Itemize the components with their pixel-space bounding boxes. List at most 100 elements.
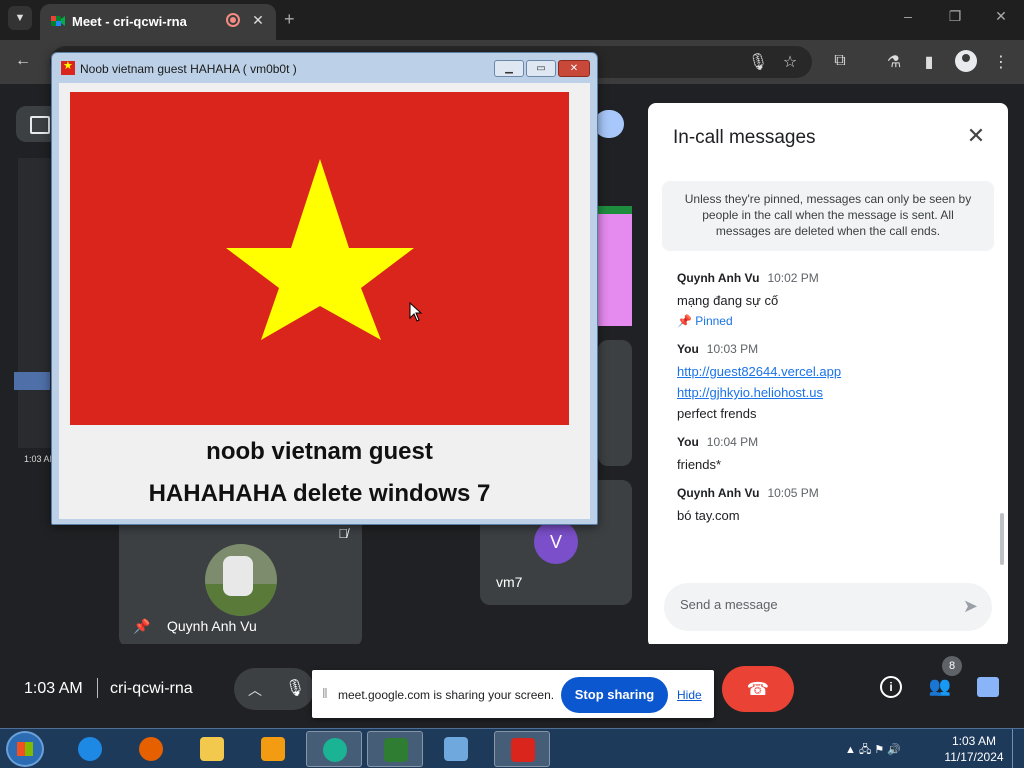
close-tab-icon[interactable]: ✕	[248, 10, 268, 30]
restore-window-button[interactable]: ❐	[940, 8, 970, 25]
divider	[97, 678, 98, 698]
firefox-taskbar-icon[interactable]	[123, 731, 179, 767]
mic-off-icon: 🎙̸	[338, 526, 348, 541]
vietnam-flag-icon	[61, 59, 75, 75]
taskbar-clock[interactable]: 1:03 AM 11/17/2024	[944, 733, 1004, 765]
message-sender: Quynh Anh Vu	[677, 486, 760, 500]
scrollbar[interactable]	[1000, 513, 1004, 565]
more-menu-icon[interactable]: ⋮	[990, 52, 1012, 72]
dialog-client-area: noob vietnam guest HAHAHAHA delete windo…	[59, 83, 590, 519]
taskbar-date: 11/17/2024	[944, 750, 1004, 764]
tab-meet[interactable]: Meet - cri-qcwi-rna ✕	[40, 4, 276, 40]
meeting-code: cri-qcwi-rna	[110, 680, 193, 697]
windows-taskbar: ▲ 🖧 ⚑ 🔊 1:03 AM 11/17/2024	[0, 728, 1024, 768]
message-text: perfect frends	[677, 406, 757, 421]
participant-name: Quynh Anh Vu	[167, 618, 257, 634]
dialog-title: Noob vietnam guest HAHAHA ( vm0b0t )	[80, 62, 297, 76]
cleaner-taskbar-icon[interactable]	[428, 731, 484, 767]
message-text: bó tay.com	[677, 508, 740, 523]
message-text: friends*	[677, 457, 722, 472]
participant-tile-partial	[598, 340, 632, 466]
minimize-window-button[interactable]: –	[893, 8, 923, 24]
message-group: Quynh Anh Vu 10:05 PM bó tay.com	[677, 486, 987, 523]
new-tab-button[interactable]: +	[284, 9, 295, 30]
noob-dialog-window: Noob vietnam guest HAHAHA ( vm0b0t ) ▁ ▭…	[51, 52, 598, 525]
message-sender: You	[677, 342, 699, 356]
screen-sharing-bar: ‖ meet.google.com is sharing your screen…	[312, 670, 714, 718]
avatar	[205, 544, 277, 616]
side-panel-icon[interactable]: ▮	[918, 52, 940, 72]
participant-tile-pink	[598, 206, 632, 326]
meeting-details-info-icon[interactable]: i	[880, 676, 902, 698]
mic-control: ︿ 🎙	[234, 668, 314, 710]
bookmark-star-icon[interactable]: ☆	[779, 52, 801, 72]
stop-sharing-button[interactable]: Stop sharing	[561, 677, 668, 713]
taskbar-time: 1:03 AM	[951, 734, 997, 748]
back-arrow-icon[interactable]: ←	[12, 52, 34, 70]
meeting-clock: 1:03 AM	[24, 680, 83, 697]
screen-share-preview	[18, 158, 54, 448]
send-icon[interactable]: ➤	[963, 596, 978, 617]
maximize-button[interactable]: ▭	[526, 60, 556, 77]
browser-tab-strip: ▼ Meet - cri-qcwi-rna ✕ + – ❐ ✕	[0, 0, 1024, 40]
participant-tile-quynh[interactable]: 🎙̸ 📌 Quynh Anh Vu	[119, 514, 362, 647]
internet-explorer-taskbar-icon[interactable]	[62, 731, 118, 767]
message-sender: Quynh Anh Vu	[677, 271, 760, 285]
media-player-taskbar-icon[interactable]	[245, 731, 301, 767]
close-button[interactable]: ✕	[558, 60, 590, 77]
vietnam-flag	[70, 92, 569, 425]
minimize-button[interactable]: ▁	[494, 60, 524, 77]
message-sender: You	[677, 435, 699, 449]
system-tray-icons[interactable]: ▲ 🖧 ⚑ 🔊	[845, 741, 901, 760]
chat-icon[interactable]	[977, 677, 999, 697]
extensions-icon[interactable]: ⧉	[829, 52, 851, 70]
mouse-cursor-icon	[409, 302, 423, 322]
tab-title: Meet - cri-qcwi-rna	[72, 14, 187, 29]
message-time: 10:04 PM	[706, 435, 759, 449]
start-button-icon[interactable]	[6, 731, 44, 767]
flag-star-icon	[226, 159, 414, 340]
message-link[interactable]: http://gjhkyio.heliohost.us	[677, 385, 987, 400]
message-list: Quynh Anh Vu 10:02 PM mạng đang sự cố 📌 P…	[677, 271, 987, 537]
panel-title: In-call messages	[673, 127, 816, 148]
avatar: V	[534, 520, 578, 564]
vietnam-flag-taskbar-icon[interactable]	[494, 731, 550, 767]
message-time: 10:02 PM	[767, 271, 819, 285]
sharing-notice-text: meet.google.com is sharing your screen.	[338, 688, 555, 702]
google-meet-icon	[51, 16, 65, 26]
drag-handle-icon[interactable]: ‖	[322, 685, 328, 701]
dialog-caption-line2: HAHAHAHA delete windows 7	[148, 480, 491, 507]
message-time: 10:05 PM	[767, 486, 819, 500]
hide-link[interactable]: Hide	[677, 688, 702, 702]
chrome-taskbar-icon[interactable]	[306, 731, 362, 767]
chevron-up-icon[interactable]: ︿	[248, 680, 262, 700]
labs-flask-icon[interactable]: ⚗	[883, 52, 905, 72]
profile-avatar-icon[interactable]	[955, 50, 977, 72]
recording-indicator-icon	[226, 13, 240, 27]
close-window-button[interactable]: ✕	[986, 8, 1016, 25]
message-composer: ➤	[664, 583, 992, 631]
message-group: You 10:04 PM friends*	[677, 435, 987, 472]
microphone-icon[interactable]: 🎙	[747, 52, 769, 72]
download-manager-taskbar-icon[interactable]	[367, 731, 423, 767]
participant-name: vm7	[496, 574, 523, 590]
message-text: mạng đang sự cố	[677, 293, 779, 308]
close-panel-icon[interactable]: ✕	[964, 123, 988, 149]
leave-call-button[interactable]: ☎	[722, 666, 794, 712]
pinned-label[interactable]: 📌 Pinned	[677, 314, 987, 328]
people-icon[interactable]: 👥	[927, 676, 953, 697]
microphone-toggle-icon[interactable]: 🎙	[278, 672, 312, 706]
file-explorer-taskbar-icon[interactable]	[184, 731, 240, 767]
message-time: 10:03 PM	[706, 342, 759, 356]
participant-count-badge: 8	[942, 656, 962, 676]
pin-icon[interactable]: 📌	[133, 618, 150, 635]
pin-icon: 📌	[677, 314, 696, 328]
chat-notice: Unless they're pinned, messages can only…	[662, 181, 994, 251]
message-input[interactable]	[680, 597, 940, 612]
tab-search-button[interactable]: ▼	[8, 6, 32, 30]
in-call-messages-panel: In-call messages ✕ Unless they're pinned…	[648, 103, 1008, 648]
message-group: Quynh Anh Vu 10:02 PM mạng đang sự cố 📌 P…	[677, 271, 987, 328]
show-desktop-button[interactable]	[1012, 729, 1024, 768]
presenting-pill[interactable]	[594, 110, 624, 138]
message-link[interactable]: http://guest82644.vercel.app	[677, 364, 987, 379]
